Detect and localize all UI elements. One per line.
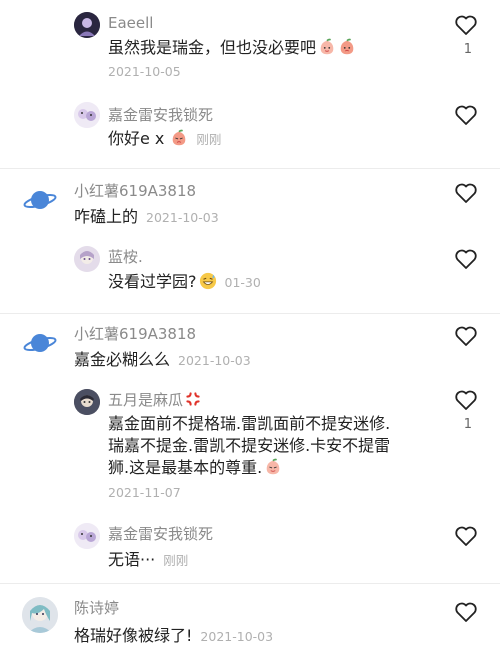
reply-date: 01-30	[224, 275, 261, 290]
like-count: 1	[463, 42, 472, 57]
comment-date: 2021-10-03	[200, 629, 274, 644]
like-count: 1	[463, 417, 472, 432]
avatar[interactable]	[74, 389, 100, 415]
divider	[0, 168, 500, 169]
reply-username[interactable]: 嘉金雷安我锁死	[108, 104, 213, 125]
anger-symbol-icon	[186, 392, 200, 406]
reply-username[interactable]: 蓝桉.	[108, 246, 143, 267]
reply-date: 刚刚	[163, 553, 189, 568]
avatar[interactable]	[22, 597, 58, 633]
avatar[interactable]	[22, 325, 58, 361]
avatar[interactable]	[74, 102, 100, 128]
reply-text: 没看过学园? 01-30	[108, 272, 261, 291]
heart-outline-icon[interactable]	[454, 104, 478, 126]
heart-outline-icon[interactable]	[454, 601, 478, 623]
avatar[interactable]	[74, 523, 100, 549]
comment-username[interactable]: 小红薯619A3818	[74, 180, 196, 201]
comment-date: 2021-10-05	[108, 64, 181, 79]
peach-face-emoji-icon	[173, 129, 186, 146]
reply-date: 刚刚	[196, 132, 222, 147]
comment-item: 小红薯619A3818 嘉金必糊么么 2021-10-03 五月是麻瓜 嘉金面前不…	[0, 315, 500, 585]
peach-face-emoji-icon	[320, 38, 334, 55]
comment-item: 陈诗婷 格瑞好像被绿了! 2021-10-03	[0, 585, 500, 666]
peach-face-emoji-icon	[340, 38, 354, 55]
comment-username[interactable]: 小红薯619A3818	[74, 323, 196, 344]
reply-text: 无语··· 刚刚	[108, 550, 189, 569]
comment-username[interactable]: 陈诗婷	[74, 597, 119, 618]
heart-outline-icon[interactable]	[454, 325, 478, 347]
heart-outline-icon[interactable]	[454, 182, 478, 204]
avatar[interactable]	[22, 182, 58, 218]
reply-username[interactable]: 五月是麻瓜	[108, 389, 201, 410]
comment-username[interactable]: Eaeell	[108, 14, 153, 32]
divider	[0, 313, 500, 314]
reply-text: 嘉金面前不提格瑞.雷凯面前不提安迷修. 瑞嘉不提金.雷凯不提安迷修.卡安不提雷 …	[108, 414, 391, 477]
comment-item: 小红薯619A3818 咋磕上的 2021-10-03 蓝桉. 没看过学园? 01-…	[0, 170, 500, 315]
reply-text: 你好e x 刚刚	[108, 129, 222, 148]
comment-date: 2021-10-03	[178, 353, 251, 368]
grinning-sweat-emoji-icon	[199, 272, 216, 290]
heart-outline-icon[interactable]	[454, 14, 478, 36]
comment-text: 嘉金必糊么么 2021-10-03	[74, 350, 251, 369]
comment-text: 虽然我是瑞金，但也没必要吧	[108, 37, 356, 59]
divider	[0, 583, 500, 584]
comment-date: 2021-10-03	[146, 210, 219, 225]
comment-text: 咋磕上的 2021-10-03	[74, 207, 219, 226]
reply-date: 2021-11-07	[108, 485, 181, 500]
comment-text: 格瑞好像被绿了! 2021-10-03	[74, 626, 274, 645]
reply-username[interactable]: 嘉金雷安我锁死	[108, 523, 213, 544]
avatar[interactable]	[74, 12, 100, 38]
peach-face-emoji-icon	[266, 458, 280, 475]
avatar[interactable]	[74, 246, 100, 272]
heart-outline-icon[interactable]	[454, 248, 478, 270]
heart-outline-icon[interactable]	[454, 389, 478, 411]
comment-item: Eaeell 虽然我是瑞金，但也没必要吧 2021-10-05 1 嘉金雷安我锁…	[0, 0, 500, 170]
heart-outline-icon[interactable]	[454, 525, 478, 547]
